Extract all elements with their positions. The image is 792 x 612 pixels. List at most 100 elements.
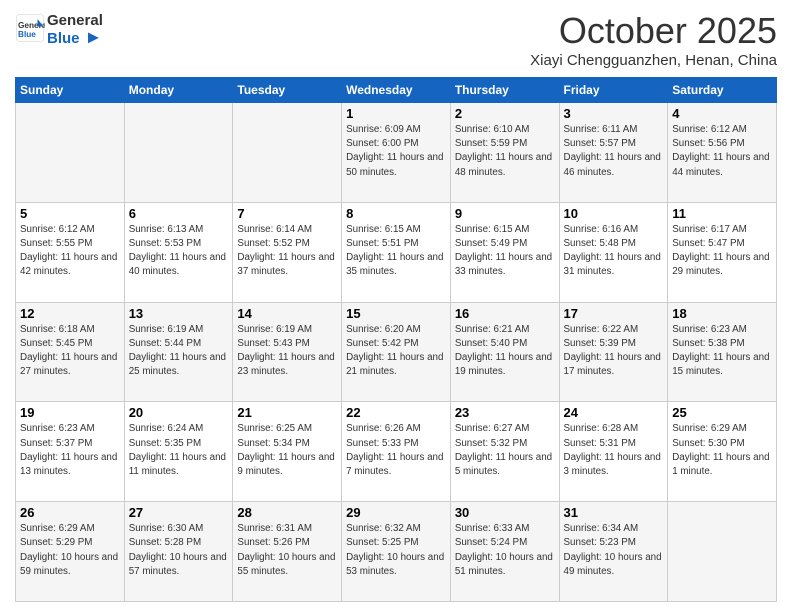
day-info: Sunrise: 6:26 AMSunset: 5:33 PMDaylight:… <box>346 422 446 479</box>
day-info: Sunrise: 6:28 AMSunset: 5:31 PMDaylight:… <box>564 422 664 479</box>
day-number: 16 <box>455 306 555 321</box>
logo: General Blue General Blue ► <box>15 10 103 46</box>
logo-blue-text: Blue <box>47 30 80 47</box>
day-number: 6 <box>129 206 229 221</box>
calendar-cell: 1Sunrise: 6:09 AMSunset: 6:00 PMDaylight… <box>342 103 451 203</box>
day-info: Sunrise: 6:18 AMSunset: 5:45 PMDaylight:… <box>20 323 120 380</box>
calendar-cell: 6 Sunrise: 6:13 AMSunset: 5:53 PMDaylight… <box>124 202 233 302</box>
day-info: Sunrise: 6:23 AMSunset: 5:38 PMDaylight:… <box>672 323 772 380</box>
day-info: Sunrise: 6:10 AMSunset: 5:59 PMDaylight:… <box>455 123 555 180</box>
day-number: 11 <box>672 206 772 221</box>
day-number: 7 <box>237 206 337 221</box>
calendar-week-row: 5 Sunrise: 6:12 AMSunset: 5:55 PMDaylight… <box>16 202 777 302</box>
col-saturday: Saturday <box>668 78 777 103</box>
day-info: Sunrise: 6:17 AMSunset: 5:47 PMDaylight:… <box>672 223 772 280</box>
day-number: 21 <box>237 405 337 420</box>
calendar-cell: 30Sunrise: 6:33 AMSunset: 5:24 PMDayligh… <box>450 502 559 602</box>
calendar-cell: 18 Sunrise: 6:23 AMSunset: 5:38 PMDayligh… <box>668 302 777 402</box>
location: Xiayi Chengguanzhen, Henan, China <box>530 52 777 69</box>
day-info: Sunrise: 6:31 AMSunset: 5:26 PMDaylight:… <box>237 522 337 579</box>
day-info: Sunrise: 6:24 AMSunset: 5:35 PMDaylight:… <box>129 422 229 479</box>
day-info: Sunrise: 6:29 AMSunset: 5:30 PMDaylight:… <box>672 422 772 479</box>
day-info: Sunrise: 6:11 AMSunset: 5:57 PMDaylight:… <box>564 123 664 180</box>
calendar-cell <box>124 103 233 203</box>
day-number: 31 <box>564 505 664 520</box>
day-info: Sunrise: 6:16 AMSunset: 5:48 PMDaylight:… <box>564 223 664 280</box>
day-number: 29 <box>346 505 446 520</box>
day-number: 30 <box>455 505 555 520</box>
calendar-cell: 13Sunrise: 6:19 AMSunset: 5:44 PMDayligh… <box>124 302 233 402</box>
day-number: 26 <box>20 505 120 520</box>
day-info: Sunrise: 6:22 AMSunset: 5:39 PMDaylight:… <box>564 323 664 380</box>
day-info: Sunrise: 6:15 AMSunset: 5:49 PMDaylight:… <box>455 223 555 280</box>
calendar-cell: 16 Sunrise: 6:21 AMSunset: 5:40 PMDayligh… <box>450 302 559 402</box>
calendar-cell: 23 Sunrise: 6:27 AMSunset: 5:32 PMDayligh… <box>450 402 559 502</box>
day-info: Sunrise: 6:32 AMSunset: 5:25 PMDaylight:… <box>346 522 446 579</box>
calendar-cell: 12Sunrise: 6:18 AMSunset: 5:45 PMDayligh… <box>16 302 125 402</box>
day-number: 22 <box>346 405 446 420</box>
calendar-cell: 22 Sunrise: 6:26 AMSunset: 5:33 PMDayligh… <box>342 402 451 502</box>
day-number: 13 <box>129 306 229 321</box>
day-info: Sunrise: 6:14 AMSunset: 5:52 PMDaylight:… <box>237 223 337 280</box>
col-sunday: Sunday <box>16 78 125 103</box>
calendar-cell: 7 Sunrise: 6:14 AMSunset: 5:52 PMDaylight… <box>233 202 342 302</box>
calendar-cell: 25 Sunrise: 6:29 AMSunset: 5:30 PMDayligh… <box>668 402 777 502</box>
day-number: 28 <box>237 505 337 520</box>
calendar-cell: 4Sunrise: 6:12 AMSunset: 5:56 PMDaylight… <box>668 103 777 203</box>
calendar-cell: 15Sunrise: 6:20 AMSunset: 5:42 PMDayligh… <box>342 302 451 402</box>
day-info: Sunrise: 6:27 AMSunset: 5:32 PMDaylight:… <box>455 422 555 479</box>
day-number: 20 <box>129 405 229 420</box>
col-friday: Friday <box>559 78 668 103</box>
calendar-cell: 11 Sunrise: 6:17 AMSunset: 5:47 PMDayligh… <box>668 202 777 302</box>
calendar-week-row: 19 Sunrise: 6:23 AMSunset: 5:37 PMDayligh… <box>16 402 777 502</box>
day-number: 10 <box>564 206 664 221</box>
calendar: Sunday Monday Tuesday Wednesday Thursday… <box>15 77 777 602</box>
calendar-cell: 26Sunrise: 6:29 AMSunset: 5:29 PMDayligh… <box>16 502 125 602</box>
day-info: Sunrise: 6:23 AMSunset: 5:37 PMDaylight:… <box>20 422 120 479</box>
day-number: 5 <box>20 206 120 221</box>
day-info: Sunrise: 6:13 AMSunset: 5:53 PMDaylight:… <box>129 223 229 280</box>
day-info: Sunrise: 6:30 AMSunset: 5:28 PMDaylight:… <box>129 522 229 579</box>
day-info: Sunrise: 6:12 AMSunset: 5:55 PMDaylight:… <box>20 223 120 280</box>
page: General Blue General Blue ► October 2025… <box>0 0 792 612</box>
day-number: 3 <box>564 106 664 121</box>
col-tuesday: Tuesday <box>233 78 342 103</box>
calendar-cell: 28 Sunrise: 6:31 AMSunset: 5:26 PMDayligh… <box>233 502 342 602</box>
calendar-week-row: 1Sunrise: 6:09 AMSunset: 6:00 PMDaylight… <box>16 103 777 203</box>
day-info: Sunrise: 6:34 AMSunset: 5:23 PMDaylight:… <box>564 522 664 579</box>
day-info: Sunrise: 6:21 AMSunset: 5:40 PMDaylight:… <box>455 323 555 380</box>
day-info: Sunrise: 6:12 AMSunset: 5:56 PMDaylight:… <box>672 123 772 180</box>
svg-text:Blue: Blue <box>18 30 36 39</box>
title-block: October 2025 Xiayi Chengguanzhen, Henan,… <box>530 10 777 69</box>
day-number: 15 <box>346 306 446 321</box>
day-number: 18 <box>672 306 772 321</box>
col-thursday: Thursday <box>450 78 559 103</box>
day-info: Sunrise: 6:19 AMSunset: 5:43 PMDaylight:… <box>237 323 337 380</box>
day-number: 14 <box>237 306 337 321</box>
day-number: 17 <box>564 306 664 321</box>
calendar-cell <box>16 103 125 203</box>
calendar-cell: 2 Sunrise: 6:10 AMSunset: 5:59 PMDaylight… <box>450 103 559 203</box>
logo-arrow: ► <box>85 27 103 47</box>
calendar-cell: 5 Sunrise: 6:12 AMSunset: 5:55 PMDaylight… <box>16 202 125 302</box>
calendar-week-row: 12Sunrise: 6:18 AMSunset: 5:45 PMDayligh… <box>16 302 777 402</box>
calendar-header-row: Sunday Monday Tuesday Wednesday Thursday… <box>16 78 777 103</box>
day-number: 27 <box>129 505 229 520</box>
day-number: 9 <box>455 206 555 221</box>
calendar-cell: 24Sunrise: 6:28 AMSunset: 5:31 PMDayligh… <box>559 402 668 502</box>
calendar-cell: 20 Sunrise: 6:24 AMSunset: 5:35 PMDayligh… <box>124 402 233 502</box>
calendar-week-row: 26Sunrise: 6:29 AMSunset: 5:29 PMDayligh… <box>16 502 777 602</box>
calendar-cell: 29 Sunrise: 6:32 AMSunset: 5:25 PMDayligh… <box>342 502 451 602</box>
calendar-cell: 19 Sunrise: 6:23 AMSunset: 5:37 PMDayligh… <box>16 402 125 502</box>
logo-icon: General Blue <box>15 13 45 43</box>
calendar-cell: 27 Sunrise: 6:30 AMSunset: 5:28 PMDayligh… <box>124 502 233 602</box>
month-title: October 2025 <box>530 10 777 52</box>
col-wednesday: Wednesday <box>342 78 451 103</box>
day-number: 25 <box>672 405 772 420</box>
day-info: Sunrise: 6:09 AMSunset: 6:00 PMDaylight:… <box>346 123 446 180</box>
day-number: 2 <box>455 106 555 121</box>
calendar-cell: 14 Sunrise: 6:19 AMSunset: 5:43 PMDayligh… <box>233 302 342 402</box>
day-number: 23 <box>455 405 555 420</box>
day-number: 19 <box>20 405 120 420</box>
calendar-cell: 3 Sunrise: 6:11 AMSunset: 5:57 PMDaylight… <box>559 103 668 203</box>
